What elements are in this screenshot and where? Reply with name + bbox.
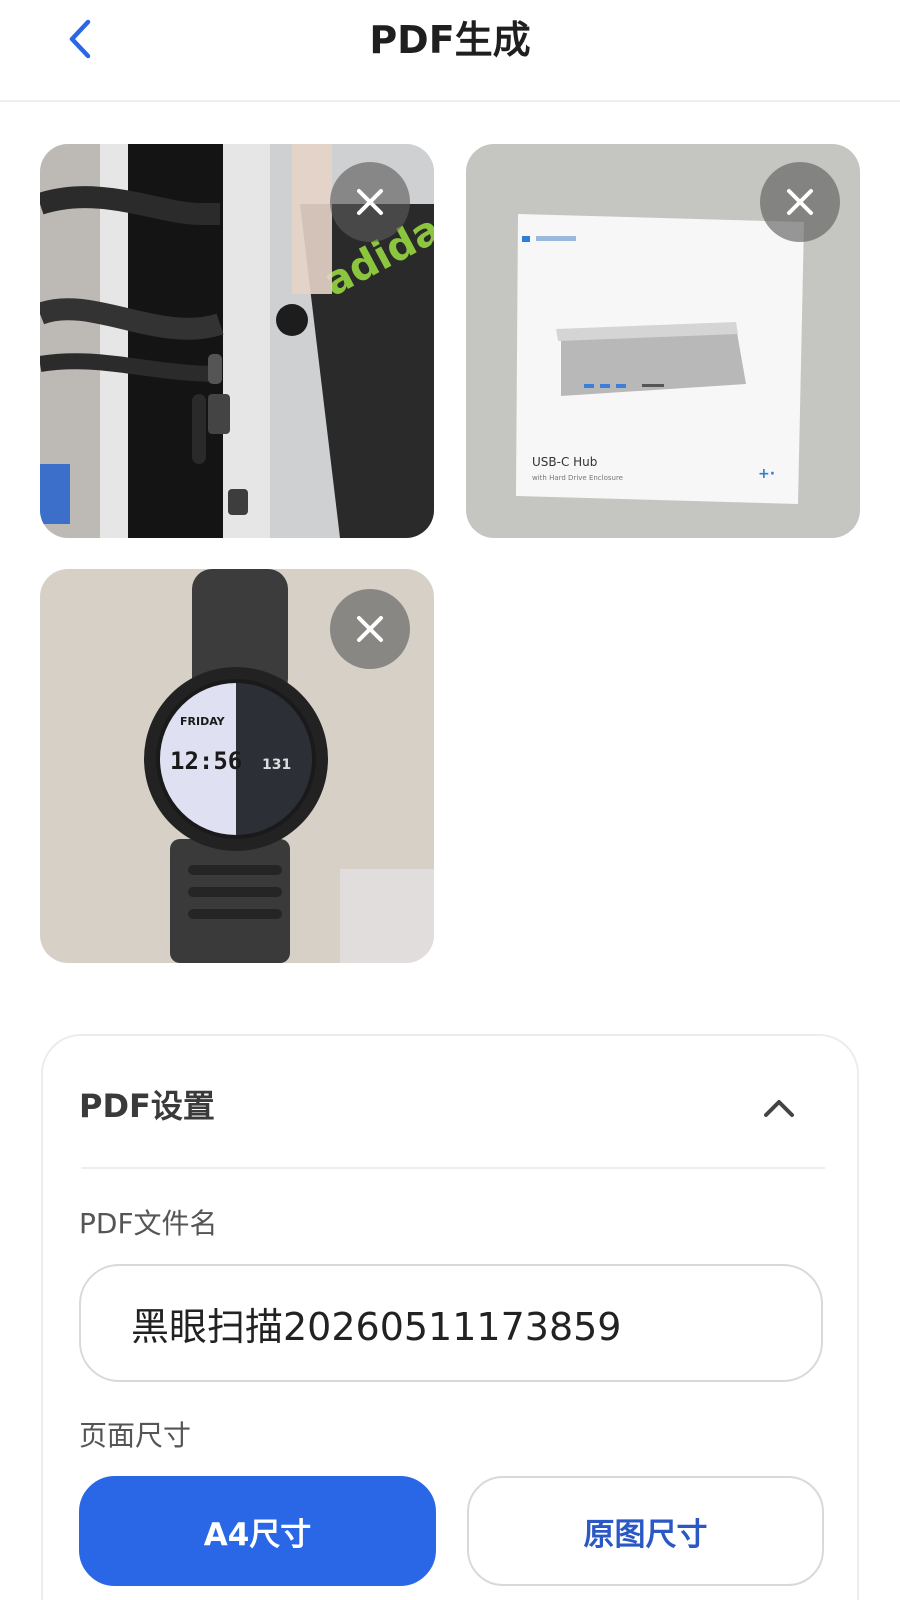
svg-text:USB-C Hub: USB-C Hub	[532, 455, 597, 469]
svg-text:FRIDAY: FRIDAY	[180, 715, 226, 728]
close-icon	[357, 616, 383, 642]
image-thumbnail-2[interactable]: USB-C Hub with Hard Drive Enclosure +·	[466, 144, 860, 538]
pdf-settings-card: PDF设置 PDF文件名 页面尺寸 A4尺寸 原图尺寸	[41, 1034, 859, 1600]
svg-text:+·: +·	[758, 466, 775, 482]
image-thumbnail-3[interactable]: 12:56 FRIDAY 131	[40, 569, 434, 963]
svg-text:with Hard Drive Enclosure: with Hard Drive Enclosure	[532, 474, 623, 482]
top-bar: PDF生成	[0, 0, 900, 102]
page-size-label: 页面尺寸	[79, 1419, 192, 1452]
collapse-settings-button[interactable]	[759, 1088, 799, 1128]
remove-image-1-button[interactable]	[330, 162, 410, 242]
chevron-up-icon	[764, 1100, 794, 1117]
remove-image-3-button[interactable]	[330, 589, 410, 669]
page-size-a4-button[interactable]: A4尺寸	[79, 1476, 436, 1586]
pdf-settings-title: PDF设置	[79, 1087, 215, 1125]
page-title: PDF生成	[369, 18, 531, 62]
pdf-generate-screen: PDF生成 adidas USB-C Hub with Hard Drive E…	[0, 0, 900, 1600]
filename-input[interactable]	[79, 1264, 823, 1382]
close-icon	[787, 189, 813, 215]
remove-image-2-button[interactable]	[760, 162, 840, 242]
page-size-original-button[interactable]: 原图尺寸	[467, 1476, 824, 1586]
svg-text:12:56: 12:56	[170, 747, 242, 775]
svg-text:131: 131	[262, 757, 291, 773]
divider	[81, 1167, 825, 1169]
image-thumbnail-1[interactable]: adidas	[40, 144, 434, 538]
filename-label: PDF文件名	[79, 1207, 218, 1240]
close-icon	[357, 189, 383, 215]
